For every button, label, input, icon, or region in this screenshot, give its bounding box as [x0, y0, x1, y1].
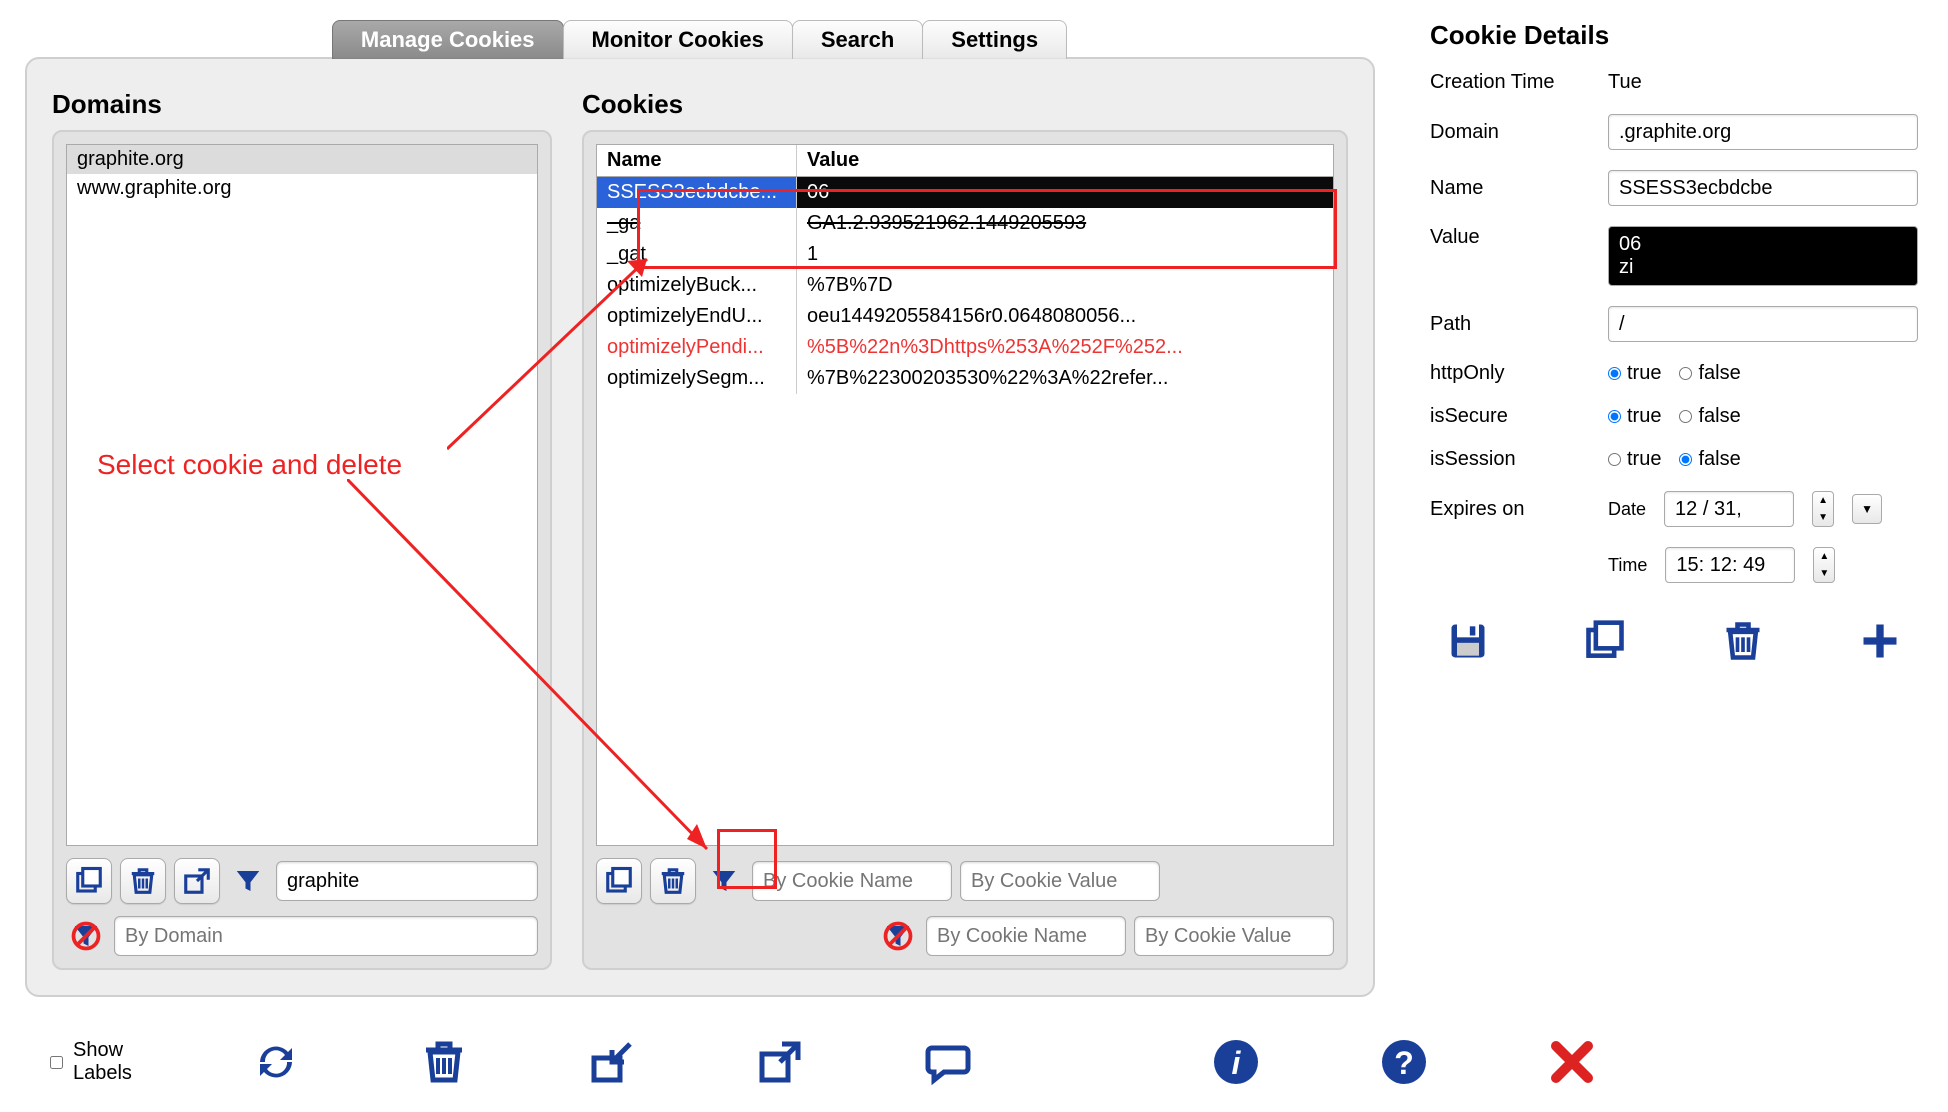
- annotation-text: Select cookie and delete: [97, 449, 402, 481]
- svg-text:i: i: [1231, 1045, 1241, 1081]
- tab-bar: Manage Cookies Monitor Cookies Search Se…: [0, 20, 1400, 59]
- tab-manage-cookies[interactable]: Manage Cookies: [332, 20, 564, 59]
- cookie-value-exclude-input[interactable]: [1134, 916, 1334, 956]
- info-icon[interactable]: i: [1212, 1032, 1260, 1092]
- chat-icon[interactable]: [924, 1032, 972, 1092]
- table-row[interactable]: optimizelyPendi...%5B%22n%3Dhttps%253A%2…: [597, 332, 1333, 363]
- tab-settings[interactable]: Settings: [922, 20, 1067, 59]
- expires-date-input[interactable]: [1664, 491, 1794, 527]
- issecure-false[interactable]: false: [1679, 405, 1740, 428]
- label-value: Value: [1430, 226, 1590, 249]
- table-row[interactable]: optimizelySegm...%7B%22300203530%22%3A%2…: [597, 363, 1333, 394]
- label-date: Date: [1608, 499, 1646, 520]
- label-creation-time: Creation Time: [1430, 71, 1590, 94]
- column-name[interactable]: Name: [597, 145, 797, 176]
- show-labels-input[interactable]: [50, 1056, 63, 1069]
- label-issession: isSession: [1430, 448, 1590, 471]
- domain-item[interactable]: www.graphite.org: [67, 174, 537, 203]
- save-icon[interactable]: [1440, 613, 1496, 669]
- table-row[interactable]: optimizelyBuck...%7B%7D: [597, 270, 1333, 301]
- value-creation-time: Tue: [1608, 71, 1642, 94]
- trash-icon[interactable]: [120, 858, 166, 904]
- label-httponly: httpOnly: [1430, 362, 1590, 385]
- label-domain: Domain: [1430, 121, 1590, 144]
- cookie-details-panel: Cookie Details Creation Time Tue Domain …: [1400, 0, 1948, 1112]
- date-dropdown[interactable]: ▼: [1852, 494, 1882, 524]
- label-name: Name: [1430, 177, 1590, 200]
- name-input[interactable]: [1608, 170, 1918, 206]
- date-stepper[interactable]: ▲▼: [1812, 491, 1834, 527]
- annotation-arrow-2: [347, 479, 747, 879]
- expires-time-input[interactable]: [1665, 547, 1795, 583]
- bottom-toolbar: Show Labels i ?: [0, 1012, 1400, 1112]
- cookies-title: Cookies: [582, 89, 1348, 120]
- domain-exclude-input[interactable]: [114, 916, 538, 956]
- cookie-name-filter-input[interactable]: [752, 861, 952, 901]
- add-icon[interactable]: [1852, 613, 1908, 669]
- domain-item[interactable]: graphite.org: [67, 145, 537, 174]
- httponly-true[interactable]: true: [1608, 362, 1661, 385]
- httponly-false[interactable]: false: [1679, 362, 1740, 385]
- tab-monitor-cookies[interactable]: Monitor Cookies: [563, 20, 793, 59]
- filter-icon[interactable]: [228, 861, 268, 901]
- time-stepper[interactable]: ▲▼: [1813, 547, 1835, 583]
- issecure-true[interactable]: true: [1608, 405, 1661, 428]
- import-icon[interactable]: [588, 1032, 636, 1092]
- column-value[interactable]: Value: [797, 145, 1333, 176]
- open-external-icon[interactable]: [174, 858, 220, 904]
- copy-icon[interactable]: [1577, 613, 1633, 669]
- path-input[interactable]: [1608, 306, 1918, 342]
- domain-input[interactable]: [1608, 114, 1918, 150]
- table-row[interactable]: optimizelyEndU...oeu1449205584156r0.0648…: [597, 301, 1333, 332]
- export-icon[interactable]: [756, 1032, 804, 1092]
- issession-false[interactable]: false: [1679, 448, 1740, 471]
- refresh-icon[interactable]: [252, 1032, 300, 1092]
- domains-title: Domains: [52, 89, 552, 120]
- show-labels-text: Show Labels: [73, 1039, 132, 1085]
- filter-exclude-icon[interactable]: [66, 916, 106, 956]
- label-issecure: isSecure: [1430, 405, 1590, 428]
- annotation-highlight-delete: [717, 829, 777, 889]
- trash-icon[interactable]: [1715, 613, 1771, 669]
- new-window-icon[interactable]: [66, 858, 112, 904]
- label-path: Path: [1430, 313, 1590, 336]
- cookie-value-filter-input[interactable]: [960, 861, 1160, 901]
- details-title: Cookie Details: [1430, 20, 1918, 51]
- trash-icon[interactable]: [420, 1032, 468, 1092]
- annotation-highlight-row: [637, 189, 1337, 269]
- value-input[interactable]: 06 zi: [1608, 226, 1918, 286]
- filter-exclude-icon[interactable]: [878, 916, 918, 956]
- cookie-name-exclude-input[interactable]: [926, 916, 1126, 956]
- tab-search[interactable]: Search: [792, 20, 923, 59]
- label-expires: Expires on: [1430, 498, 1590, 521]
- label-time: Time: [1608, 555, 1647, 576]
- issession-true[interactable]: true: [1608, 448, 1661, 471]
- annotation-arrow-1: [447, 239, 667, 459]
- show-labels-checkbox[interactable]: Show Labels: [50, 1039, 132, 1085]
